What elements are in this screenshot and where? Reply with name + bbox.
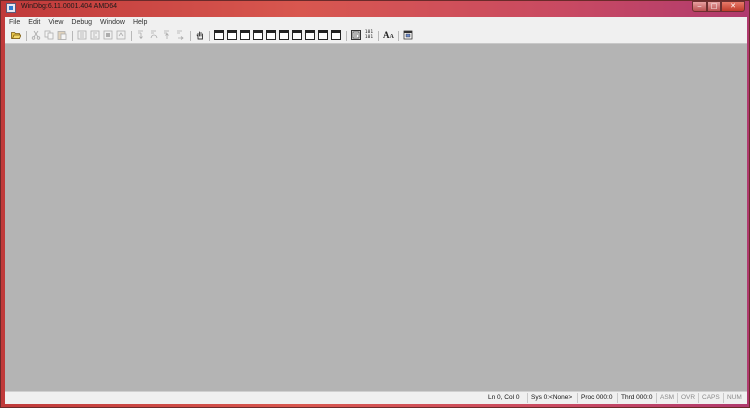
step-out-button[interactable] (162, 30, 172, 40)
copy-button[interactable] (44, 30, 54, 40)
window-title: WinDbg:6.11.0001.404 AMD64 (21, 3, 117, 10)
status-asm: ASM (656, 393, 674, 403)
break-icon (116, 30, 126, 40)
extra-window-button[interactable] (331, 30, 341, 40)
break-button[interactable] (116, 30, 126, 40)
step-out-icon (164, 30, 169, 39)
close-icon: ✕ (730, 2, 736, 10)
options-icon (403, 30, 413, 40)
status-ovr: OVR (677, 393, 695, 403)
maximize-button[interactable]: □ (707, 1, 721, 12)
status-thrd: Thrd 000:0 (617, 393, 652, 403)
hand-icon (196, 31, 203, 40)
status-sys: Sys 0:<None> (527, 393, 572, 403)
memory-window-button[interactable] (266, 30, 276, 40)
title-bar[interactable]: WinDbg:6.11.0001.404 AMD64 ‒ □ ✕ (1, 1, 749, 17)
cut-button[interactable] (31, 30, 41, 40)
maximize-icon: □ (710, 2, 718, 10)
step-into-button[interactable] (136, 30, 146, 40)
watch-window-button[interactable] (227, 30, 237, 40)
close-button[interactable]: ✕ (721, 1, 745, 12)
source-mode-icon (352, 31, 360, 39)
restart-button[interactable] (90, 30, 100, 40)
minimize-button[interactable]: ‒ (692, 1, 707, 12)
restart-icon (90, 30, 100, 40)
source-mode-button[interactable] (351, 30, 361, 40)
status-ln-col: Ln 0, Col 0 (488, 394, 520, 401)
go-icon (77, 30, 87, 40)
open-button[interactable] (11, 30, 22, 40)
go-button[interactable] (77, 30, 87, 40)
paste-button[interactable] (57, 30, 67, 40)
status-num: NUM (723, 393, 742, 403)
menu-bar: File Edit View Debug Window Help (5, 17, 747, 28)
menu-help[interactable]: Help (129, 17, 151, 28)
registers-window-button[interactable] (253, 30, 263, 40)
stop-debugging-button[interactable] (103, 30, 113, 40)
status-caps: CAPS (698, 393, 720, 403)
windbg-window: WinDbg:6.11.0001.404 AMD64 ‒ □ ✕ File Ed… (0, 0, 750, 408)
processes-threads-button[interactable] (318, 30, 328, 40)
menu-view[interactable]: View (44, 17, 67, 28)
menu-window[interactable]: Window (96, 17, 129, 28)
caption-buttons: ‒ □ ✕ (692, 1, 745, 13)
font-sub-icon: A (389, 34, 394, 40)
toolbar: 101 101 AA (5, 28, 747, 44)
binary-icon-row2: 101 (364, 35, 374, 40)
step-over-button[interactable] (149, 30, 159, 40)
command-window-button[interactable] (214, 30, 224, 40)
asm-mode-button[interactable]: 101 101 (364, 30, 374, 40)
run-to-cursor-button[interactable] (175, 30, 185, 40)
paste-icon (57, 31, 67, 40)
run-to-cursor-icon (177, 30, 184, 40)
font-button[interactable]: AA (383, 30, 394, 40)
menu-debug[interactable]: Debug (67, 17, 96, 28)
menu-file[interactable]: File (5, 17, 24, 28)
disassembly-window-button[interactable] (292, 30, 302, 40)
call-stack-window-button[interactable] (279, 30, 289, 40)
step-into-icon (138, 30, 143, 40)
copy-icon (44, 30, 54, 40)
menu-edit[interactable]: Edit (24, 17, 44, 28)
status-proc: Proc 000:0 (577, 393, 612, 403)
stop-debugging-icon (103, 30, 113, 40)
open-icon (11, 32, 22, 39)
step-over-icon (150, 30, 158, 39)
cut-icon (31, 30, 41, 40)
mdi-client-area[interactable] (5, 44, 747, 391)
options-button[interactable] (403, 30, 413, 40)
scratch-pad-button[interactable] (305, 30, 315, 40)
app-icon[interactable] (6, 3, 16, 13)
locals-window-button[interactable] (240, 30, 250, 40)
status-bar: Ln 0, Col 0 Sys 0:<None> Proc 000:0 Thrd… (5, 391, 747, 404)
hand-button[interactable] (195, 30, 205, 40)
minimize-icon: ‒ (697, 2, 702, 10)
